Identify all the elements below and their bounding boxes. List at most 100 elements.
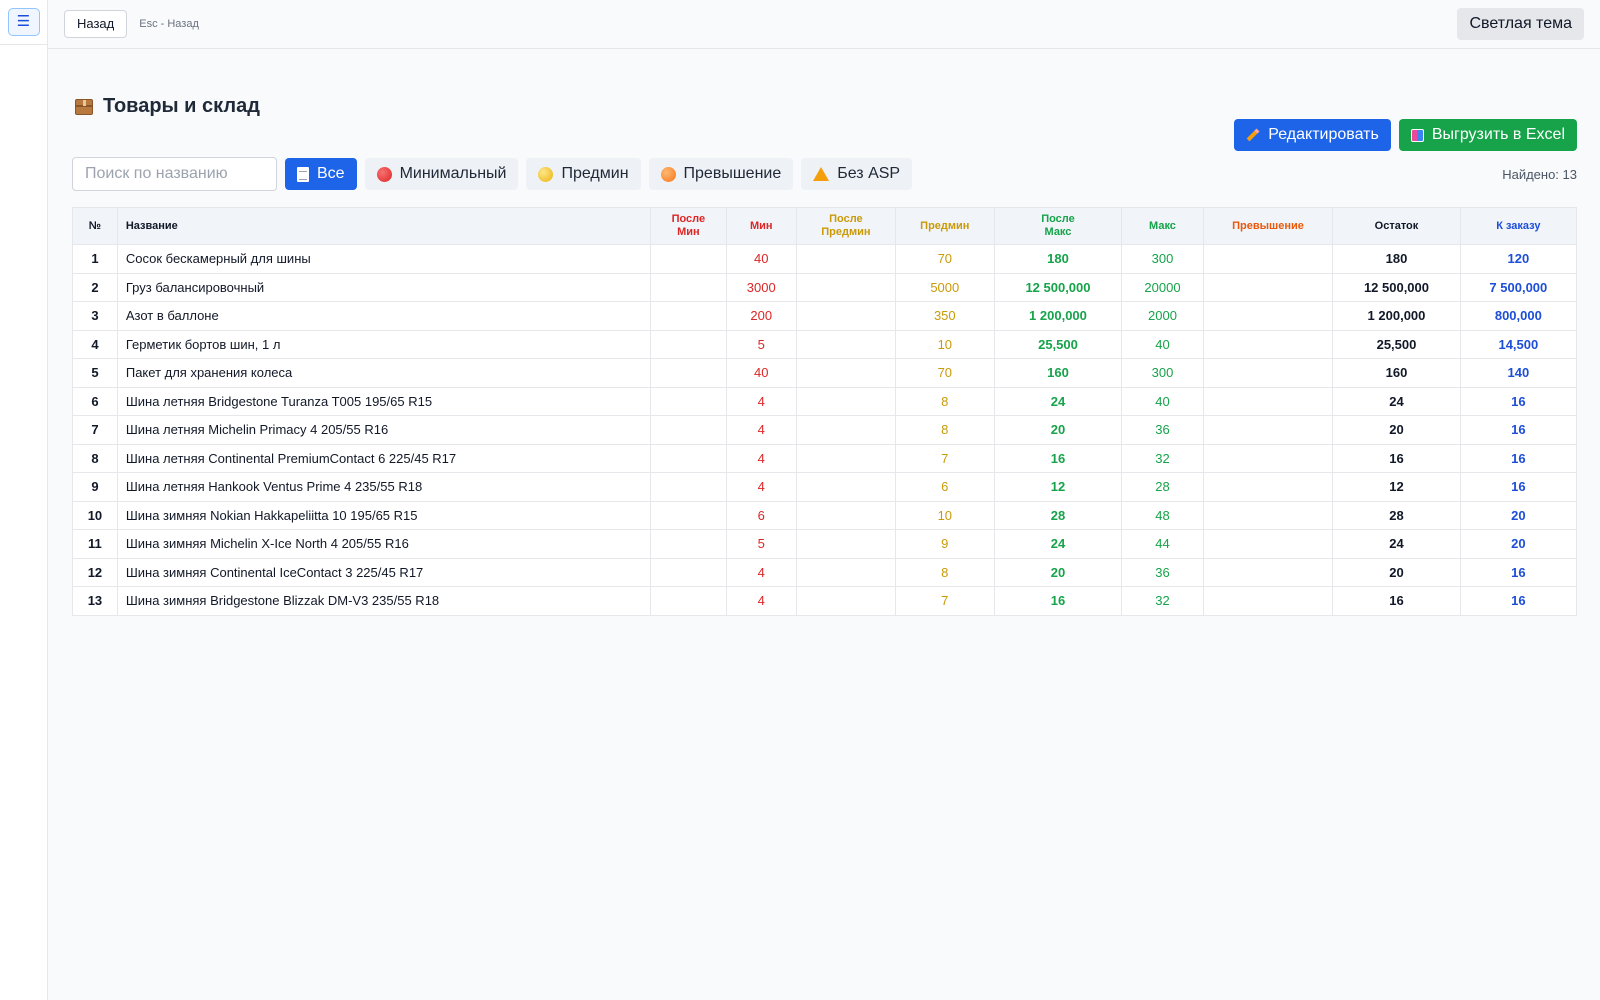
cell-premin: 350 [894,301,995,331]
header-max[interactable]: Макс [1121,207,1204,245]
cell-min: 200 [725,301,797,331]
cell-after-max: 12 [993,472,1123,502]
table-row[interactable]: 2 Груз балансировочный 3000 5000 12 500,000 2… [72,272,1578,302]
table-row[interactable]: 8 Шина летняя Continental PremiumContact … [72,443,1578,473]
header-excess[interactable]: Превышение [1202,207,1334,245]
menu-toggle-button[interactable]: ☰ [7,8,40,36]
theme-toggle-button[interactable]: Светлая тема [1457,8,1584,40]
header-num[interactable]: № [72,207,118,245]
table-row[interactable]: 10 Шина зимняя Nokian Hakkapeliitta 10 19… [72,500,1578,530]
table-row[interactable]: 9 Шина летняя Hankook Ventus Prime 4 235/… [72,472,1578,502]
filter-noasp-button[interactable]: Без ASP [801,158,913,190]
cell-max: 32 [1121,443,1204,473]
cell-stock: 25,500 [1332,329,1461,359]
cell-after-premin [795,586,896,616]
cell-num: 3 [72,301,118,331]
filter-bar: Все Минимальный Предмин Превышение Без A… [72,157,1577,191]
page-title-text: Товары и склад [103,95,260,117]
filter-min-button[interactable]: Минимальный [364,158,519,190]
cell-excess [1202,472,1334,502]
action-buttons: Редактировать Выгрузить в Excel [1234,119,1577,151]
warning-icon [813,167,830,181]
table-row[interactable]: 3 Азот в баллоне 200 350 1 200,000 2000 1 200,… [72,301,1578,331]
header-after-max[interactable]: После Макс [993,207,1123,245]
cell-name: Шина летняя Bridgestone Turanza T005 195… [116,386,652,416]
filter-all-button[interactable]: Все [285,158,357,190]
cell-after-max: 180 [993,244,1123,274]
cell-premin: 10 [894,329,995,359]
cell-min: 6 [725,500,797,530]
cell-premin: 7 [894,443,995,473]
header-stock[interactable]: Остаток [1332,207,1461,245]
table-row[interactable]: 7 Шина летняя Michelin Primacy 4 205/55 R… [72,415,1578,445]
table-row[interactable]: 1 Сосок бескамерный для шины 40 70 180 300 180… [72,244,1578,274]
cell-num: 10 [72,500,118,530]
table-row[interactable]: 4 Герметик бортов шин, 1 л 5 10 25,500 40 25,5… [72,329,1578,359]
cell-num: 2 [72,272,118,302]
cell-stock: 160 [1332,358,1461,388]
esc-hint: Esc - Назад [139,18,199,30]
cell-excess [1202,500,1334,530]
table-row[interactable]: 13 Шина зимняя Bridgestone Blizzak DM-V3 … [72,586,1578,616]
cell-name: Сосок бескамерный для шины [116,244,652,274]
table-row[interactable]: 6 Шина летняя Bridgestone Turanza T005 19… [72,386,1578,416]
cell-name: Азот в баллоне [116,301,652,331]
header-after-premin-line1: После [829,213,863,225]
products-table: № Название После Мин Мин После Предмин Пре… [72,207,1578,616]
cell-min: 4 [725,386,797,416]
edit-button[interactable]: Редактировать [1234,119,1391,151]
table-row[interactable]: 12 Шина зимняя Continental IceContact 3 2… [72,557,1578,587]
cell-excess [1202,386,1334,416]
header-after-max-line2: Макс [1044,226,1072,238]
cell-min: 4 [725,472,797,502]
cell-num: 12 [72,557,118,587]
cell-excess [1202,244,1334,274]
header-after-min[interactable]: После Мин [650,207,727,245]
cell-after-min [650,272,727,302]
filter-excess-button[interactable]: Превышение [648,158,794,190]
cell-stock: 12 [1332,472,1461,502]
cell-after-premin [795,272,896,302]
cell-max: 40 [1121,386,1204,416]
cell-order: 16 [1459,415,1578,445]
cell-name: Груз балансировочный [116,272,652,302]
back-button[interactable]: Назад [64,10,128,38]
header-after-premin[interactable]: После Предмин [795,207,896,245]
cell-max: 2000 [1121,301,1204,331]
topbar: Назад Esc - Назад Светлая тема [48,0,1600,49]
cell-after-max: 28 [993,500,1123,530]
cell-order: 120 [1459,244,1578,274]
cell-after-min [650,472,727,502]
cell-min: 4 [725,443,797,473]
hamburger-icon: ☰ [16,13,31,30]
header-order[interactable]: К заказу [1459,207,1578,245]
header-name[interactable]: Название [116,207,652,245]
cell-premin: 9 [894,529,995,559]
cell-after-max: 1 200,000 [993,301,1123,331]
header-min[interactable]: Мин [725,207,797,245]
cell-order: 16 [1459,586,1578,616]
table-row[interactable]: 11 Шина зимняя Michelin X-Ice North 4 205… [72,529,1578,559]
cell-num: 8 [72,443,118,473]
cell-min: 40 [725,244,797,274]
cell-premin: 8 [894,557,995,587]
cell-after-min [650,244,727,274]
cell-min: 3000 [725,272,797,302]
cell-min: 5 [725,529,797,559]
cell-num: 13 [72,586,118,616]
cell-order: 7 500,000 [1459,272,1578,302]
search-input[interactable] [72,157,277,191]
header-premin[interactable]: Предмин [894,207,995,245]
cell-name: Шина зимняя Nokian Hakkapeliitta 10 195/… [116,500,652,530]
cell-after-min [650,301,727,331]
cell-premin: 6 [894,472,995,502]
cell-premin: 10 [894,500,995,530]
export-excel-button[interactable]: Выгрузить в Excel [1398,119,1577,151]
cell-after-max: 16 [993,443,1123,473]
header-after-min-line2: Мин [677,226,700,238]
document-icon [297,166,309,182]
table-row[interactable]: 5 Пакет для хранения колеса 40 70 160 300 160 1… [72,358,1578,388]
filter-premin-button[interactable]: Предмин [526,158,641,190]
chart-icon [1410,128,1424,142]
cell-stock: 12 500,000 [1332,272,1461,302]
